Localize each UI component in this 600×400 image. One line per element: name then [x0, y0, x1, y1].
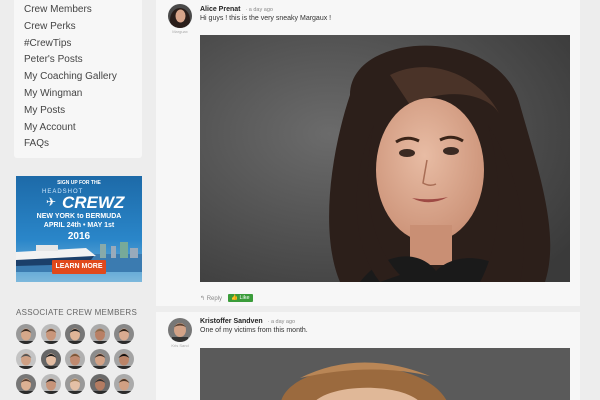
banner-dates: APRIL 24th • MAY 1st: [43, 222, 115, 229]
reply-button[interactable]: ↰ Reply: [200, 295, 222, 302]
post-message: One of my victims from this month.: [200, 327, 308, 334]
associate-avatar[interactable]: [65, 324, 85, 344]
avatar[interactable]: [168, 4, 192, 28]
nav-my-posts[interactable]: My Posts: [24, 103, 142, 120]
nav-crew-members[interactable]: Crew Members: [24, 2, 142, 19]
post-timestamp: · a day ago: [267, 319, 296, 325]
nav-peters-posts[interactable]: Peter's Posts: [24, 52, 142, 69]
feed-post: Marguax Alice Prenat · a day ago Hi guys…: [156, 0, 580, 306]
associate-avatar[interactable]: [65, 349, 85, 369]
post-timestamp: · a day ago: [245, 7, 273, 13]
banner-signup-text: SIGN UP FOR THE: [57, 180, 101, 186]
avatar-caption: Kris Sand: [171, 343, 189, 348]
plane-icon: ✈: [46, 195, 57, 209]
reply-label: Reply: [206, 295, 223, 302]
associate-avatar[interactable]: [114, 374, 134, 394]
avatar[interactable]: [168, 318, 192, 342]
associate-crew-title: ASSOCIATE CREW MEMBERS: [16, 308, 138, 317]
associate-avatar[interactable]: [40, 349, 61, 369]
associate-avatar[interactable]: [40, 324, 61, 344]
associate-avatar[interactable]: [16, 349, 36, 369]
associate-avatar[interactable]: [40, 374, 61, 394]
banner-year: 2016: [67, 231, 91, 242]
associate-avatar[interactable]: [114, 324, 134, 344]
associate-avatar[interactable]: [89, 324, 110, 344]
post-author-name[interactable]: Alice Prenat: [200, 6, 240, 13]
nav-my-coaching-gallery[interactable]: My Coaching Gallery: [24, 69, 142, 86]
post-author[interactable]: Alice Prenat · a day ago: [200, 6, 273, 13]
avatar-caption: Marguax: [172, 29, 188, 34]
post-message: Hi guys ! this is the very sneaky Margau…: [200, 15, 332, 22]
reply-icon: ↰: [200, 295, 206, 302]
nav-crew-perks[interactable]: Crew Perks: [24, 19, 142, 36]
post-author-name[interactable]: Kristoffer Sandven: [200, 318, 263, 325]
associate-avatar[interactable]: [16, 374, 36, 394]
thumbs-up-icon: 👍: [231, 295, 238, 301]
post-feed: Marguax Alice Prenat · a day ago Hi guys…: [150, 0, 580, 400]
learn-more-button[interactable]: LEARN MORE: [52, 260, 106, 274]
associate-avatar[interactable]: [89, 374, 110, 394]
nav-faqs[interactable]: FAQs: [24, 136, 142, 153]
banner-route: NEW YORK to BERMUDA: [36, 213, 122, 220]
associate-crew-grid: [16, 324, 140, 394]
like-button[interactable]: 👍 Like: [228, 294, 253, 302]
sidebar-nav: Crew Members Crew Perks #CrewTips Peter'…: [14, 0, 142, 158]
like-label: Like: [239, 295, 250, 301]
banner-brand: CREWZ: [62, 193, 125, 212]
nav-crew-tips[interactable]: #CrewTips: [24, 36, 142, 53]
post-actions: ↰ Reply 👍 Like: [200, 294, 253, 302]
nav-my-wingman[interactable]: My Wingman: [24, 86, 142, 103]
feed-post: Kris Sand Kristoffer Sandven · a day ago…: [156, 312, 580, 400]
associate-avatar[interactable]: [16, 324, 36, 344]
associate-avatar[interactable]: [114, 349, 134, 369]
associate-avatar[interactable]: [65, 374, 85, 394]
post-photo[interactable]: [200, 35, 570, 282]
associate-avatar[interactable]: [89, 349, 110, 369]
nav-my-account[interactable]: My Account: [24, 120, 142, 137]
cruise-banner-ad[interactable]: SIGN UP FOR THE HEADSHOT ✈ CREWZ NEW YOR…: [16, 176, 142, 282]
post-author[interactable]: Kristoffer Sandven · a day ago: [200, 318, 295, 325]
post-photo[interactable]: [200, 348, 570, 400]
